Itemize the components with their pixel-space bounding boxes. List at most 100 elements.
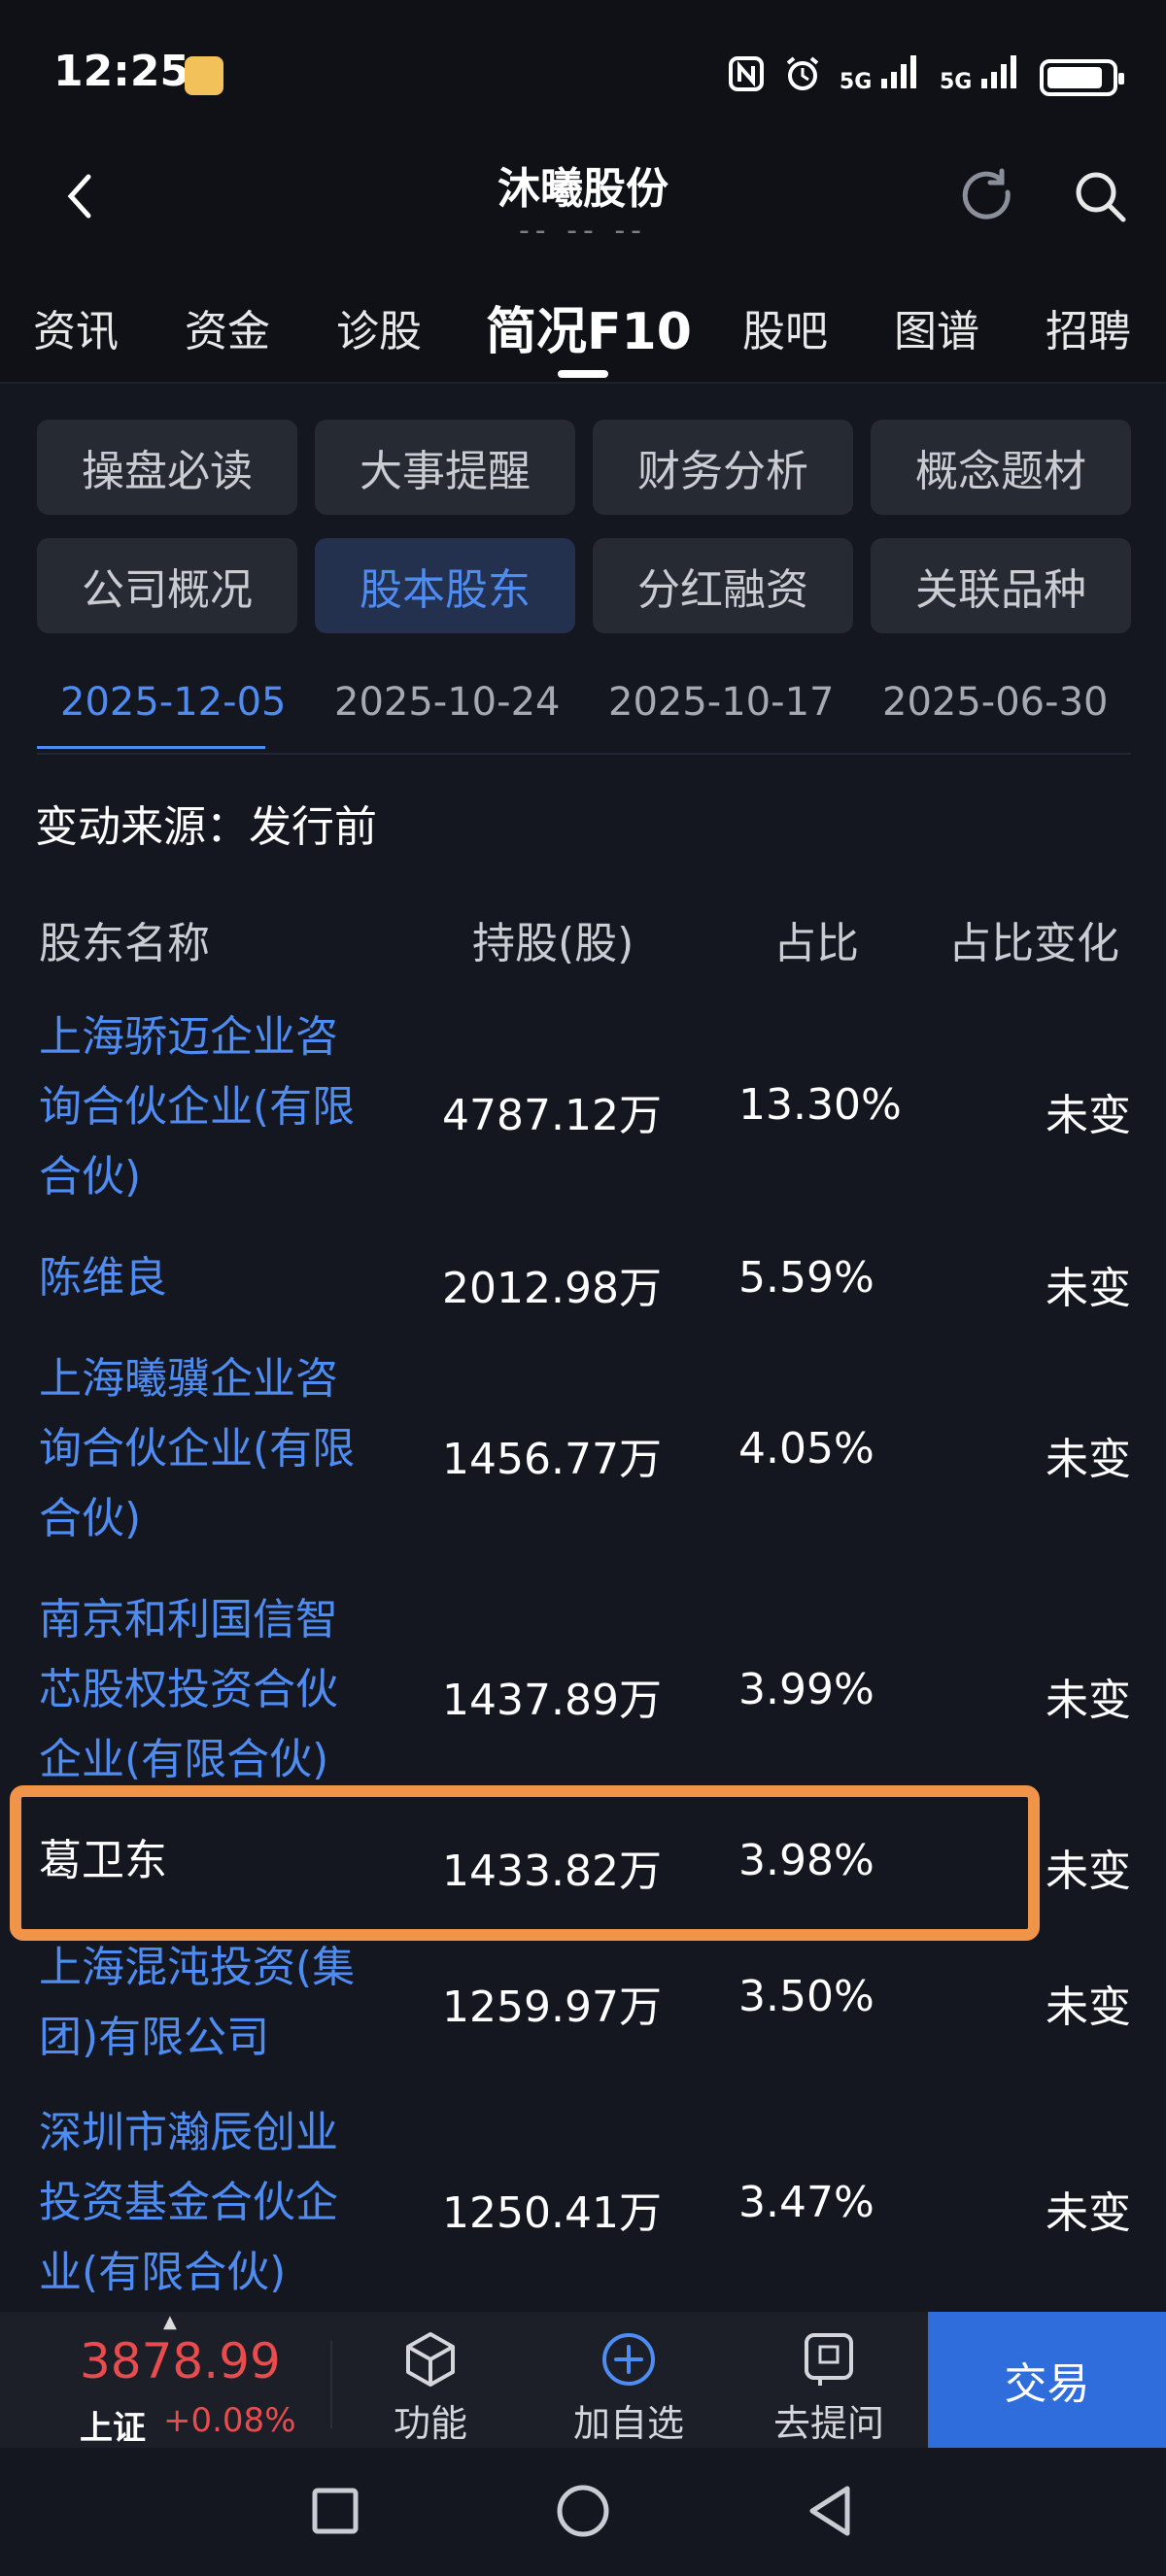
notification-app-icon — [185, 56, 223, 95]
chip-related-products[interactable]: 关联品种 — [871, 538, 1131, 633]
system-nav-bar — [0, 2448, 1166, 2576]
ask-question-button[interactable]: 去提问 — [751, 2329, 907, 2447]
back-nav-button[interactable] — [797, 2477, 865, 2545]
refresh-icon — [962, 168, 1011, 220]
divider — [330, 2341, 332, 2428]
date-tab-3[interactable]: 2025-10-17 — [608, 680, 834, 725]
name-line: 上海骄迈企业咨 — [39, 1012, 338, 1062]
function-button[interactable]: 功能 — [353, 2329, 508, 2447]
divider — [37, 753, 1131, 755]
home-button[interactable] — [549, 2477, 617, 2545]
signal-icon: 5G — [840, 53, 922, 102]
name-line: 上海曦骥企业咨 — [39, 1354, 338, 1404]
shares-1: 4787.12万 — [442, 1091, 662, 1140]
column-header-shares: 持股(股) — [472, 919, 634, 968]
signal-icon-2: 5G — [940, 53, 1022, 102]
chip-event-reminder[interactable]: 大事提醒 — [315, 420, 575, 515]
column-header-ratio: 占比 — [773, 919, 859, 968]
date-tab-2[interactable]: 2025-10-24 — [334, 680, 560, 725]
chip-trading-must-read[interactable]: 操盘必读 — [37, 420, 297, 515]
alarm-icon — [783, 54, 822, 102]
name-line: 询合伙企业(有限 — [39, 1082, 356, 1132]
shareholder-name-2[interactable]: 陈维良 — [39, 1243, 389, 1313]
cube-icon — [406, 2332, 455, 2387]
active-tab-indicator — [558, 370, 608, 378]
tab-forum[interactable]: 股吧 — [742, 296, 828, 358]
chip-concept-theme[interactable]: 概念题材 — [871, 420, 1131, 515]
change-5: 未变 — [1046, 1847, 1131, 1896]
change-source: 变动来源：发行前 — [35, 802, 377, 852]
ratio-4: 3.99% — [738, 1665, 874, 1714]
status-bar: 12:25 5G 5G — [0, 0, 1166, 146]
date-tab-indicator — [37, 746, 265, 749]
shareholder-name-1[interactable]: 上海骄迈企业咨 询合伙企业(有限 合伙) — [39, 1002, 389, 1212]
change-3: 未变 — [1046, 1435, 1131, 1484]
trade-button[interactable]: 交易 — [928, 2312, 1166, 2448]
index-change: +0.08% — [163, 2401, 296, 2440]
name-line: 合伙) — [39, 1494, 142, 1543]
search-button[interactable] — [1071, 167, 1129, 225]
nfc-icon — [727, 54, 766, 102]
shares-3: 1456.77万 — [442, 1435, 662, 1484]
ratio-7: 3.47% — [738, 2178, 874, 2227]
column-header-name: 股东名称 — [39, 919, 210, 968]
shares-2: 2012.98万 — [442, 1264, 662, 1313]
shares-6: 1259.97万 — [442, 1983, 662, 2032]
status-icons: 5G 5G — [727, 53, 1124, 102]
chip-company-profile[interactable]: 公司概况 — [37, 538, 297, 633]
name-line: 芯股权投资合伙 — [39, 1665, 338, 1714]
index-value: 3878.99 — [80, 2333, 281, 2390]
shareholder-name-6[interactable]: 上海混沌投资(集 团)有限公司 — [39, 1933, 389, 2073]
tab-recruit[interactable]: 招聘 — [1046, 296, 1131, 358]
name-line: 合伙) — [39, 1152, 142, 1202]
circle-icon — [557, 2485, 609, 2537]
refresh-button[interactable] — [957, 165, 1019, 227]
change-7: 未变 — [1046, 2188, 1131, 2238]
ratio-3: 4.05% — [738, 1424, 874, 1474]
square-icon — [312, 2488, 359, 2534]
shareholder-name-7[interactable]: 深圳市瀚辰创业 投资基金合伙企 业(有限合伙) — [39, 2098, 389, 2308]
tab-news[interactable]: 资讯 — [33, 296, 119, 358]
nav-header: 沐曦股份 -- -- -- — [0, 146, 1166, 277]
column-header-change: 占比变化 — [948, 919, 1119, 968]
signal-label: 5G — [839, 70, 873, 94]
chip-shareholders[interactable]: 股本股东 — [315, 538, 575, 633]
shares-7: 1250.41万 — [442, 2188, 662, 2238]
date-tab-1[interactable]: 2025-12-05 — [60, 680, 286, 725]
status-time: 12:25 — [53, 47, 190, 96]
ask-question-label: 去提问 — [772, 2402, 884, 2445]
change-2: 未变 — [1046, 1264, 1131, 1313]
shareholder-name-4[interactable]: 南京和利国信智 芯股权投资合伙 企业(有限合伙) — [39, 1585, 389, 1795]
recent-apps-button[interactable] — [301, 2477, 369, 2545]
date-tab-4[interactable]: 2025-06-30 — [882, 680, 1108, 725]
change-6: 未变 — [1046, 1983, 1131, 2032]
name-line: 深圳市瀚辰创业 — [39, 2108, 338, 2157]
tab-graph[interactable]: 图谱 — [894, 296, 979, 358]
name-line: 团)有限公司 — [39, 2013, 270, 2062]
tab-f10-overview[interactable]: 简况F10 — [486, 290, 692, 363]
ratio-6: 3.50% — [738, 1972, 874, 2021]
triangle-back-icon — [809, 2486, 850, 2536]
name-line: 询合伙企业(有限 — [39, 1424, 356, 1474]
caret-up-icon: ▲ — [163, 2312, 177, 2332]
question-chat-icon — [805, 2333, 853, 2386]
top-tabs: 资讯 资金 诊股 简况F10 股吧 图谱 招聘 — [0, 277, 1166, 384]
tab-funds[interactable]: 资金 — [185, 296, 270, 358]
change-4: 未变 — [1046, 1676, 1131, 1725]
bottom-toolbar: ▲ 3878.99 上证 +0.08% 功能 加自选 去提问 交易 — [0, 2312, 1166, 2448]
name-line: 南京和利国信智 — [39, 1595, 338, 1644]
ratio-1: 13.30% — [738, 1080, 902, 1130]
add-watchlist-button[interactable]: 加自选 — [551, 2329, 706, 2447]
add-circle-icon — [602, 2333, 655, 2386]
signal-label-2: 5G — [939, 70, 973, 94]
chip-financial-analysis[interactable]: 财务分析 — [593, 420, 853, 515]
name-line: 业(有限合伙) — [39, 2248, 287, 2297]
shares-4: 1437.89万 — [442, 1676, 662, 1725]
index-name: 上证 — [80, 2409, 146, 2448]
shareholder-name-3[interactable]: 上海曦骥企业咨 询合伙企业(有限 合伙) — [39, 1344, 389, 1554]
chip-dividend-financing[interactable]: 分红融资 — [593, 538, 853, 633]
name-line: 上海混沌投资(集 — [39, 1943, 356, 1992]
tab-diagnosis[interactable]: 诊股 — [336, 296, 422, 358]
name-line: 投资基金合伙企 — [39, 2178, 338, 2227]
function-label: 功能 — [393, 2402, 467, 2445]
